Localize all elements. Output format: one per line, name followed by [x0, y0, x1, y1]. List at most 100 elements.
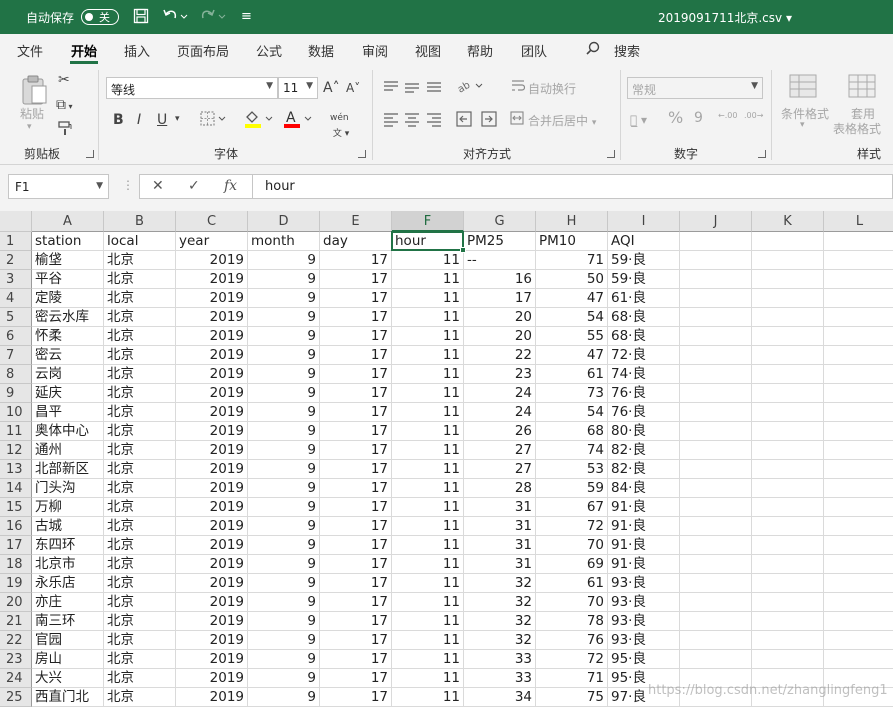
- table-cell[interactable]: 官园: [32, 631, 104, 650]
- search-box[interactable]: 搜索: [614, 41, 640, 60]
- row-header[interactable]: 4: [0, 289, 32, 308]
- table-cell[interactable]: 9: [248, 365, 320, 384]
- row-header[interactable]: 5: [0, 308, 32, 327]
- table-cell[interactable]: 9: [248, 441, 320, 460]
- table-cell[interactable]: 75: [536, 688, 608, 707]
- table-cell[interactable]: 71: [536, 669, 608, 688]
- autosave-toggle[interactable]: 关: [81, 9, 119, 25]
- table-cell[interactable]: 11: [392, 365, 464, 384]
- table-cell[interactable]: [824, 574, 893, 593]
- table-cell[interactable]: 2019: [176, 574, 248, 593]
- header-cell[interactable]: AQI: [608, 232, 680, 251]
- header-cell[interactable]: local: [104, 232, 176, 251]
- accounting-format-icon[interactable]: 🄲̲ ▾: [630, 112, 647, 128]
- row-header[interactable]: 3: [0, 270, 32, 289]
- table-cell[interactable]: 云岗: [32, 365, 104, 384]
- table-cell[interactable]: 16: [464, 270, 536, 289]
- column-header-i[interactable]: I: [608, 211, 680, 232]
- table-cell[interactable]: 11: [392, 536, 464, 555]
- table-cell[interactable]: 47: [536, 289, 608, 308]
- table-cell[interactable]: 32: [464, 631, 536, 650]
- alignment-launcher-icon[interactable]: [607, 150, 615, 158]
- cut-icon[interactable]: ✂: [58, 72, 70, 88]
- table-cell[interactable]: 北京: [104, 422, 176, 441]
- table-cell[interactable]: [680, 574, 752, 593]
- table-cell[interactable]: [680, 498, 752, 517]
- table-cell[interactable]: 32: [464, 612, 536, 631]
- table-cell[interactable]: 17: [320, 593, 392, 612]
- table-cell[interactable]: 南三环: [32, 612, 104, 631]
- table-cell[interactable]: 北京: [104, 574, 176, 593]
- header-cell[interactable]: PM25: [464, 232, 536, 251]
- table-cell[interactable]: 北京: [104, 327, 176, 346]
- table-cell[interactable]: [680, 327, 752, 346]
- table-cell[interactable]: 91·良: [608, 536, 680, 555]
- table-cell[interactable]: 17: [320, 365, 392, 384]
- table-cell[interactable]: 11: [392, 650, 464, 669]
- table-cell[interactable]: --: [464, 251, 536, 270]
- table-cell[interactable]: 2019: [176, 327, 248, 346]
- table-cell[interactable]: [824, 384, 893, 403]
- table-cell[interactable]: 永乐店: [32, 574, 104, 593]
- table-cell[interactable]: 54: [536, 403, 608, 422]
- table-cell[interactable]: [680, 384, 752, 403]
- table-cell[interactable]: 78: [536, 612, 608, 631]
- table-cell[interactable]: [824, 441, 893, 460]
- font-color-icon[interactable]: A: [283, 109, 315, 133]
- table-cell[interactable]: 9: [248, 251, 320, 270]
- table-cell[interactable]: 北京: [104, 498, 176, 517]
- table-cell[interactable]: 11: [392, 574, 464, 593]
- tab-data[interactable]: 数据: [308, 41, 334, 60]
- table-cell[interactable]: 北京: [104, 251, 176, 270]
- table-cell[interactable]: [824, 631, 893, 650]
- table-cell[interactable]: [752, 289, 824, 308]
- table-cell[interactable]: 17: [320, 403, 392, 422]
- header-cell[interactable]: station: [32, 232, 104, 251]
- table-cell[interactable]: 50: [536, 270, 608, 289]
- header-cell[interactable]: month: [248, 232, 320, 251]
- row-header[interactable]: 1: [0, 232, 32, 251]
- table-cell[interactable]: 9: [248, 308, 320, 327]
- table-cell[interactable]: 84·良: [608, 479, 680, 498]
- table-cell[interactable]: [752, 441, 824, 460]
- table-cell[interactable]: 69: [536, 555, 608, 574]
- table-cell[interactable]: [824, 460, 893, 479]
- table-cell[interactable]: [680, 631, 752, 650]
- table-cell[interactable]: 9: [248, 289, 320, 308]
- wrap-text-icon[interactable]: [511, 79, 526, 97]
- table-cell[interactable]: 74: [536, 441, 608, 460]
- table-cell[interactable]: [752, 384, 824, 403]
- table-cell[interactable]: 73: [536, 384, 608, 403]
- table-cell[interactable]: 9: [248, 612, 320, 631]
- table-cell[interactable]: [824, 479, 893, 498]
- table-cell[interactable]: 93·良: [608, 574, 680, 593]
- table-cell[interactable]: 32: [464, 574, 536, 593]
- header-cell[interactable]: [680, 232, 752, 251]
- table-cell[interactable]: 17: [320, 688, 392, 707]
- table-cell[interactable]: 北京: [104, 403, 176, 422]
- table-cell[interactable]: [680, 441, 752, 460]
- shrink-font-button[interactable]: A˅: [346, 80, 360, 96]
- formula-bar-grip-icon[interactable]: ⋮: [122, 178, 134, 192]
- table-cell[interactable]: 2019: [176, 460, 248, 479]
- table-cell[interactable]: 北京: [104, 688, 176, 707]
- table-cell[interactable]: 17: [320, 327, 392, 346]
- table-cell[interactable]: 24: [464, 384, 536, 403]
- wrap-text-button[interactable]: 自动换行: [528, 80, 576, 97]
- table-cell[interactable]: 17: [320, 650, 392, 669]
- table-cell[interactable]: 68·良: [608, 308, 680, 327]
- column-header-b[interactable]: B: [104, 211, 176, 232]
- row-header[interactable]: 11: [0, 422, 32, 441]
- table-cell[interactable]: [680, 346, 752, 365]
- copy-icon[interactable]: ⧉ ▾: [56, 97, 73, 115]
- table-cell[interactable]: 17: [320, 517, 392, 536]
- row-header[interactable]: 25: [0, 688, 32, 707]
- merge-center-button[interactable]: 合并后居中 ▾: [528, 112, 596, 129]
- table-cell[interactable]: 11: [392, 422, 464, 441]
- table-cell[interactable]: 11: [392, 517, 464, 536]
- table-cell[interactable]: [752, 650, 824, 669]
- table-cell[interactable]: 2019: [176, 479, 248, 498]
- table-cell[interactable]: 9: [248, 270, 320, 289]
- row-header[interactable]: 19: [0, 574, 32, 593]
- table-cell[interactable]: 20: [464, 327, 536, 346]
